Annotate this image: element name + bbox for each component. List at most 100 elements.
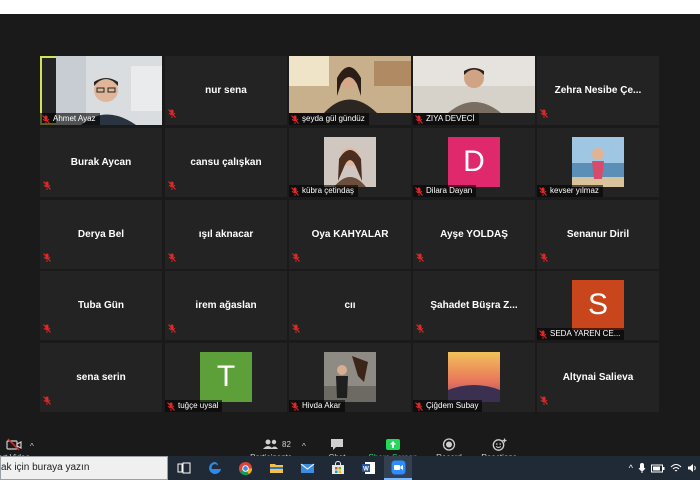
muted-mic-icon bbox=[539, 186, 547, 196]
participant-tile[interactable]: cansu çalışkan bbox=[165, 128, 287, 197]
participant-name-label: tuğçe uysal bbox=[165, 400, 223, 412]
participant-tile[interactable]: kübra çetindaş bbox=[289, 128, 411, 197]
participant-tile[interactable]: Hivda Akar bbox=[289, 343, 411, 412]
participant-name: irem ağaslan bbox=[195, 299, 257, 311]
participant-name-label: şeyda gül gündüz bbox=[289, 113, 369, 125]
battery-icon[interactable] bbox=[651, 464, 665, 473]
participant-name: Dilara Dayan bbox=[426, 186, 473, 195]
taskbar-search-input[interactable]: ak için buraya yazın bbox=[0, 456, 168, 480]
participant-name-label: Dilara Dayan bbox=[413, 185, 477, 197]
participant-name: tuğçe uysal bbox=[178, 401, 219, 410]
task-view-button[interactable] bbox=[170, 456, 198, 480]
record-icon bbox=[442, 438, 456, 451]
participant-tile[interactable]: Derya Bel bbox=[40, 200, 162, 269]
participant-name-label: Hivda Akar bbox=[289, 400, 345, 412]
participant-name-label: Ahmet Ayaz bbox=[40, 113, 100, 125]
muted-mic-icon bbox=[43, 396, 51, 405]
mail-app[interactable] bbox=[293, 456, 321, 480]
participant-name: Oya KAHYALAR bbox=[311, 228, 389, 240]
participant-name: ZIYA DEVECİ bbox=[426, 114, 475, 123]
participant-name: cansu çalışkan bbox=[190, 156, 262, 168]
participant-tile[interactable]: sena serin bbox=[40, 343, 162, 412]
edge-app[interactable] bbox=[201, 456, 229, 480]
participant-name: kübra çetindaş bbox=[302, 186, 355, 195]
muted-mic-icon bbox=[415, 114, 423, 124]
muted-mic-icon bbox=[415, 186, 423, 196]
microphone-icon[interactable] bbox=[638, 462, 646, 474]
participant-name: ışıl aknacar bbox=[198, 228, 254, 240]
avatar: T bbox=[200, 352, 252, 402]
muted-mic-icon bbox=[167, 401, 175, 411]
participant-tile[interactable]: kevser yılmaz bbox=[537, 128, 659, 197]
participant-tile[interactable]: irem ağaslan bbox=[165, 271, 287, 340]
participant-name: Çiğdem Subay bbox=[426, 401, 479, 410]
participant-tile[interactable]: Şahadet Büşra Z... bbox=[413, 271, 535, 340]
muted-mic-icon bbox=[42, 114, 50, 124]
participant-tile[interactable]: şeyda gül gündüz bbox=[289, 56, 411, 125]
muted-mic-icon bbox=[292, 324, 300, 333]
wifi-icon[interactable] bbox=[670, 463, 682, 473]
word-app[interactable]: W bbox=[354, 456, 382, 480]
video-feed bbox=[289, 56, 411, 113]
participant-tile[interactable]: ZIYA DEVECİ bbox=[413, 56, 535, 125]
share-screen-icon bbox=[386, 439, 400, 450]
participant-name: Tuba Gün bbox=[78, 299, 124, 311]
participant-tile[interactable]: Zehra Nesibe Çe... bbox=[537, 56, 659, 125]
participants-options-caret[interactable]: ^ bbox=[302, 442, 306, 451]
file-explorer-app[interactable] bbox=[262, 456, 290, 480]
muted-mic-icon bbox=[292, 253, 300, 262]
muted-mic-icon bbox=[416, 324, 424, 333]
muted-mic-icon bbox=[291, 186, 299, 196]
participant-name-label: kübra çetindaş bbox=[289, 185, 359, 197]
tray-chevron-icon[interactable]: ^ bbox=[629, 463, 633, 473]
muted-mic-icon bbox=[540, 253, 548, 262]
muted-mic-icon bbox=[168, 324, 176, 333]
zoom-app[interactable] bbox=[384, 456, 412, 480]
muted-mic-icon bbox=[43, 181, 51, 190]
participant-name: Hivda Akar bbox=[302, 401, 341, 410]
store-app[interactable] bbox=[324, 456, 352, 480]
participants-count: 82 bbox=[282, 440, 291, 449]
profile-picture bbox=[324, 352, 376, 402]
participant-name: şeyda gül gündüz bbox=[302, 114, 365, 123]
muted-mic-icon bbox=[168, 109, 176, 118]
participant-name: SEDA YAREN CE... bbox=[550, 329, 621, 338]
muted-mic-icon bbox=[540, 109, 548, 118]
smiley-plus-icon bbox=[492, 438, 506, 451]
participant-tile[interactable]: Altynai Salieva bbox=[537, 343, 659, 412]
task-view-icon bbox=[177, 462, 191, 474]
participant-tile[interactable]: Çiğdem Subay bbox=[413, 343, 535, 412]
participant-name: nur sena bbox=[205, 84, 247, 96]
participant-tile[interactable]: ışıl aknacar bbox=[165, 200, 287, 269]
volume-icon[interactable] bbox=[687, 463, 698, 473]
video-options-caret[interactable]: ^ bbox=[30, 442, 34, 451]
participant-tile[interactable]: Ahmet Ayaz bbox=[40, 56, 162, 125]
participant-tile[interactable]: D Dilara Dayan bbox=[413, 128, 535, 197]
participant-tile[interactable]: Burak Aycan bbox=[40, 128, 162, 197]
participant-tile[interactable]: Oya KAHYALAR bbox=[289, 200, 411, 269]
mail-icon bbox=[300, 463, 314, 473]
chat-icon bbox=[331, 439, 343, 450]
participant-tile[interactable]: Senanur Diril bbox=[537, 200, 659, 269]
muted-mic-icon bbox=[415, 401, 423, 411]
muted-mic-icon bbox=[291, 114, 299, 124]
participant-tile[interactable]: nur sena bbox=[165, 56, 287, 125]
chrome-app[interactable] bbox=[231, 456, 259, 480]
participant-tile[interactable]: cıı bbox=[289, 271, 411, 340]
participant-name: kevser yılmaz bbox=[550, 186, 599, 195]
muted-mic-icon bbox=[539, 329, 547, 339]
participant-tile[interactable]: S SEDA YAREN CE... bbox=[537, 271, 659, 340]
participant-name: cıı bbox=[344, 299, 356, 311]
store-bag-icon bbox=[332, 461, 344, 474]
participant-name: Altynai Salieva bbox=[562, 371, 634, 383]
profile-picture bbox=[324, 137, 376, 187]
muted-mic-icon bbox=[540, 396, 548, 405]
participant-tile[interactable]: Ttuğçe uysal bbox=[165, 343, 287, 412]
participant-tile[interactable]: Ayşe YOLDAŞ bbox=[413, 200, 535, 269]
participant-tile[interactable]: Tuba Gün bbox=[40, 271, 162, 340]
edge-icon bbox=[209, 462, 221, 474]
muted-mic-icon bbox=[416, 253, 424, 262]
video-off-icon bbox=[6, 438, 22, 451]
participant-name: Ahmet Ayaz bbox=[53, 114, 96, 123]
folder-icon bbox=[269, 464, 283, 473]
